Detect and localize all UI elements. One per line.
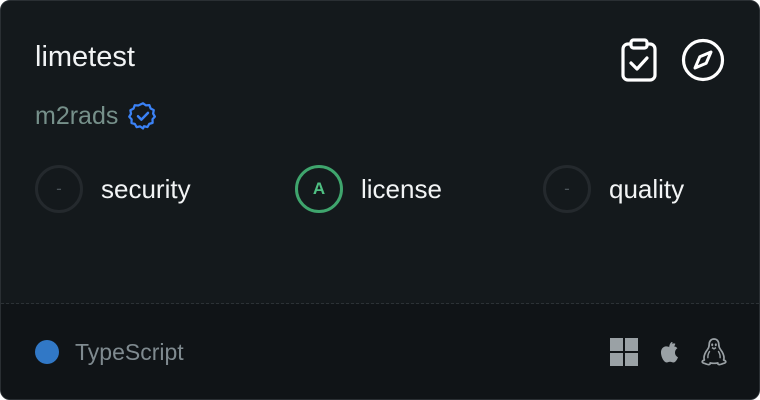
language-name: TypeScript (75, 338, 184, 365)
card-header: limetest m2rads - security A license - q… (1, 1, 759, 303)
windows-icon (610, 338, 638, 366)
organization-row: m2rads (35, 99, 158, 133)
score-quality-label: quality (609, 173, 685, 204)
language-color-dot (35, 340, 59, 364)
package-name[interactable]: limetest (35, 39, 135, 75)
score-license[interactable]: A license (295, 165, 442, 213)
score-license-grade: A (295, 165, 343, 213)
verified-badge-icon (128, 102, 157, 130)
package-card[interactable]: limetest m2rads - security A license - q… (0, 0, 760, 400)
linux-icon (701, 338, 727, 366)
compass-icon[interactable] (680, 37, 726, 83)
score-license-label: license (361, 173, 442, 204)
score-quality[interactable]: - quality (543, 165, 684, 213)
score-quality-grade: - (543, 165, 591, 213)
organization-name[interactable]: m2rads (35, 99, 118, 133)
apple-icon (660, 342, 678, 363)
score-security-label: security (101, 173, 191, 204)
language-row: TypeScript (35, 336, 184, 368)
clipboard-check-icon[interactable] (616, 37, 662, 83)
score-security[interactable]: - security (35, 165, 191, 213)
score-security-grade: - (35, 165, 83, 213)
